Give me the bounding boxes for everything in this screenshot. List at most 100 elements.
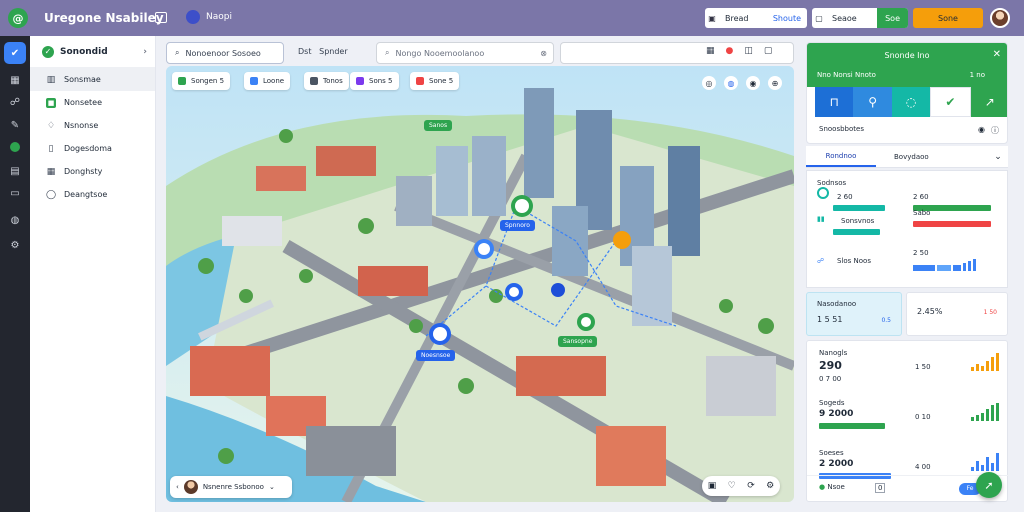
map-filter-chip[interactable]: Sone 5 (410, 72, 460, 90)
metric-row: Sodnsos 2 60 2 60 (817, 179, 1001, 211)
bike-icon[interactable]: ⚲ (853, 87, 892, 117)
sidebar-item-label: Nonsetee (64, 98, 103, 107)
rail-globe-icon[interactable]: ◍ (7, 212, 23, 228)
chevron-right-icon[interactable]: › (143, 47, 147, 57)
spark-bar (996, 403, 999, 421)
map-toolbar-icons: ▦ ● ◫ ▢ (706, 46, 772, 56)
sidebar-header[interactable]: ✓ Sonondid › (30, 36, 155, 68)
metric-right-bar (913, 221, 991, 227)
globe-icon[interactable]: ◍ (724, 76, 738, 90)
chevron-down-icon[interactable]: ⌄ (269, 483, 275, 491)
stat-sub: 1 50 (983, 309, 997, 316)
expand-icon[interactable]: ▢ (764, 46, 773, 56)
rail-home-icon[interactable]: ✔ (4, 42, 26, 64)
search-action[interactable]: ▢ Seaoe Soe (812, 8, 908, 28)
tab-active[interactable]: Rondnoo (806, 146, 876, 167)
window-icon[interactable] (155, 12, 167, 23)
city-map[interactable]: Songen 5 Loone Tonos Sons 5 Sone 5 ◎ ◍ ◉… (166, 66, 794, 502)
rail-settings-icon[interactable]: ⚙ (7, 237, 23, 253)
walk-icon[interactable]: ◌ (891, 87, 931, 117)
box-icon: ▢ (815, 13, 823, 23)
chip-color-icon (356, 77, 364, 85)
record-icon[interactable]: ● (726, 46, 734, 56)
user-name: Naopi (206, 12, 232, 22)
global-search[interactable]: ⌕ Nongo Nooemoolanoo ⊗ (376, 42, 554, 64)
info-icon[interactable]: ⓘ (991, 125, 999, 136)
map-filter-chip[interactable]: Tonos (304, 72, 349, 90)
zoom-icon[interactable]: ⊕ (768, 76, 782, 90)
app-title: Uregone Nsabiley (44, 11, 164, 25)
photo-icon[interactable]: ▣ (708, 481, 717, 491)
stat-card[interactable]: Nasodanoo 1 5 51 0.5 (806, 292, 902, 336)
chevron-down-icon[interactable]: ⌄ (988, 146, 1008, 167)
locate-icon[interactable]: ◉ (746, 76, 760, 90)
back-icon[interactable]: ‹ (176, 483, 179, 491)
stat-card[interactable]: 2.45% 1 50 (906, 292, 1008, 336)
metric-right-value: Sabo (913, 209, 931, 217)
trend-right: 0 10 (915, 413, 931, 421)
spark-bar (991, 405, 994, 421)
close-icon[interactable]: ✕ (993, 49, 1001, 60)
rail-box-icon[interactable]: ▤ (7, 163, 23, 179)
filter-select[interactable]: Dst Spnder (298, 47, 348, 56)
map-filter-chip[interactable]: Loone (244, 72, 291, 90)
map-pin-label[interactable]: Sanos (424, 120, 453, 131)
sidebar-item-2[interactable]: ■ Nonsetee (30, 91, 155, 114)
pin-icon[interactable]: ◉ (978, 125, 985, 136)
spark-bar (991, 357, 994, 371)
rail-people-icon[interactable]: ☍ (7, 94, 23, 110)
settings-icon[interactable]: ⚙ (766, 481, 774, 491)
metric-right-value: 2 60 (913, 193, 929, 201)
sidebar-item-label: Dogesdoma (64, 144, 112, 153)
profile-avatar[interactable] (990, 8, 1010, 28)
rail-location-icon[interactable] (7, 139, 23, 155)
compass-icon[interactable]: ◎ (702, 76, 716, 90)
metric-row: ☍ Slos Noos 2 50 (817, 249, 1001, 271)
bread-select-value: Shoute (772, 13, 801, 23)
map-pin-label[interactable]: Noesnsoe (416, 350, 456, 361)
heart-icon[interactable]: ♡ (728, 481, 736, 491)
search-action-button[interactable]: Soe (877, 8, 908, 28)
trend-spark (971, 453, 999, 471)
stat-value: 1 5 51 (817, 315, 843, 324)
app-logo-icon[interactable]: @ (8, 8, 28, 28)
sidebar-item-5[interactable]: ▦ Donghsty (30, 160, 155, 183)
rail-edit-icon[interactable]: ✎ (7, 117, 23, 133)
navigate-fab-icon[interactable]: ➚ (976, 472, 1002, 498)
route-icon[interactable]: ↗ (970, 87, 1007, 117)
top-bar: @ Uregone Nsabiley Naopi ▣ Bread Shoute … (0, 0, 1024, 36)
rail-grid-icon[interactable]: ▦ (7, 72, 23, 88)
sidebar-item-3[interactable]: ♢ Nsnonse (30, 114, 155, 137)
camera-icon[interactable]: ◫ (744, 46, 753, 56)
layers-icon[interactable]: ▦ (706, 46, 715, 56)
sidebar-item-6[interactable]: ◯ Deangtsoe (30, 183, 155, 206)
sidebar: ✓ Sonondid › ▥ Sonsmae ■ Nonsetee ♢ Nsno… (30, 36, 156, 512)
metric-right-spark (913, 259, 995, 271)
user-menu[interactable]: Naopi (186, 10, 232, 24)
footer-input[interactable]: 0 (875, 483, 886, 493)
bread-select[interactable]: ▣ Bread Shoute (705, 8, 807, 28)
panel-header-right: 1 no (969, 71, 985, 79)
clear-icon[interactable]: ⊗ (540, 49, 547, 58)
tab-other[interactable]: Bovydaoo (876, 146, 988, 167)
check-tab-icon[interactable]: ✔ (930, 87, 971, 117)
chip-label: Loone (263, 77, 285, 85)
trend-spark (971, 403, 999, 421)
bar-chart-icon: ▮▮ (817, 215, 825, 223)
sidebar-item-1[interactable]: ▥ Sonsmae (30, 68, 155, 91)
map-pin-label[interactable]: Sansopne (558, 336, 598, 347)
map-pin-label[interactable]: Spnnoro (500, 220, 535, 231)
transit-icon[interactable]: ⊓ (815, 87, 854, 117)
rail-card-icon[interactable]: ▭ (7, 185, 23, 201)
chip-color-icon (250, 77, 258, 85)
location-search[interactable]: ⌕ Nonoenoor Sosoeo (166, 42, 284, 64)
map-filter-chip[interactable]: Sons 5 (350, 72, 399, 90)
map-popup[interactable]: ‹ Nsnenre Ssbonoo ⌄ (170, 476, 292, 498)
sidebar-item-4[interactable]: ▯ Dogesdoma (30, 137, 155, 160)
spark-bar (976, 364, 979, 371)
alert-button[interactable]: Sone (913, 8, 983, 28)
refresh-icon[interactable]: ⟳ (747, 481, 755, 491)
chip-color-icon (416, 77, 424, 85)
map-filter-chip[interactable]: Songen 5 (172, 72, 231, 90)
spark-bar (986, 409, 989, 421)
